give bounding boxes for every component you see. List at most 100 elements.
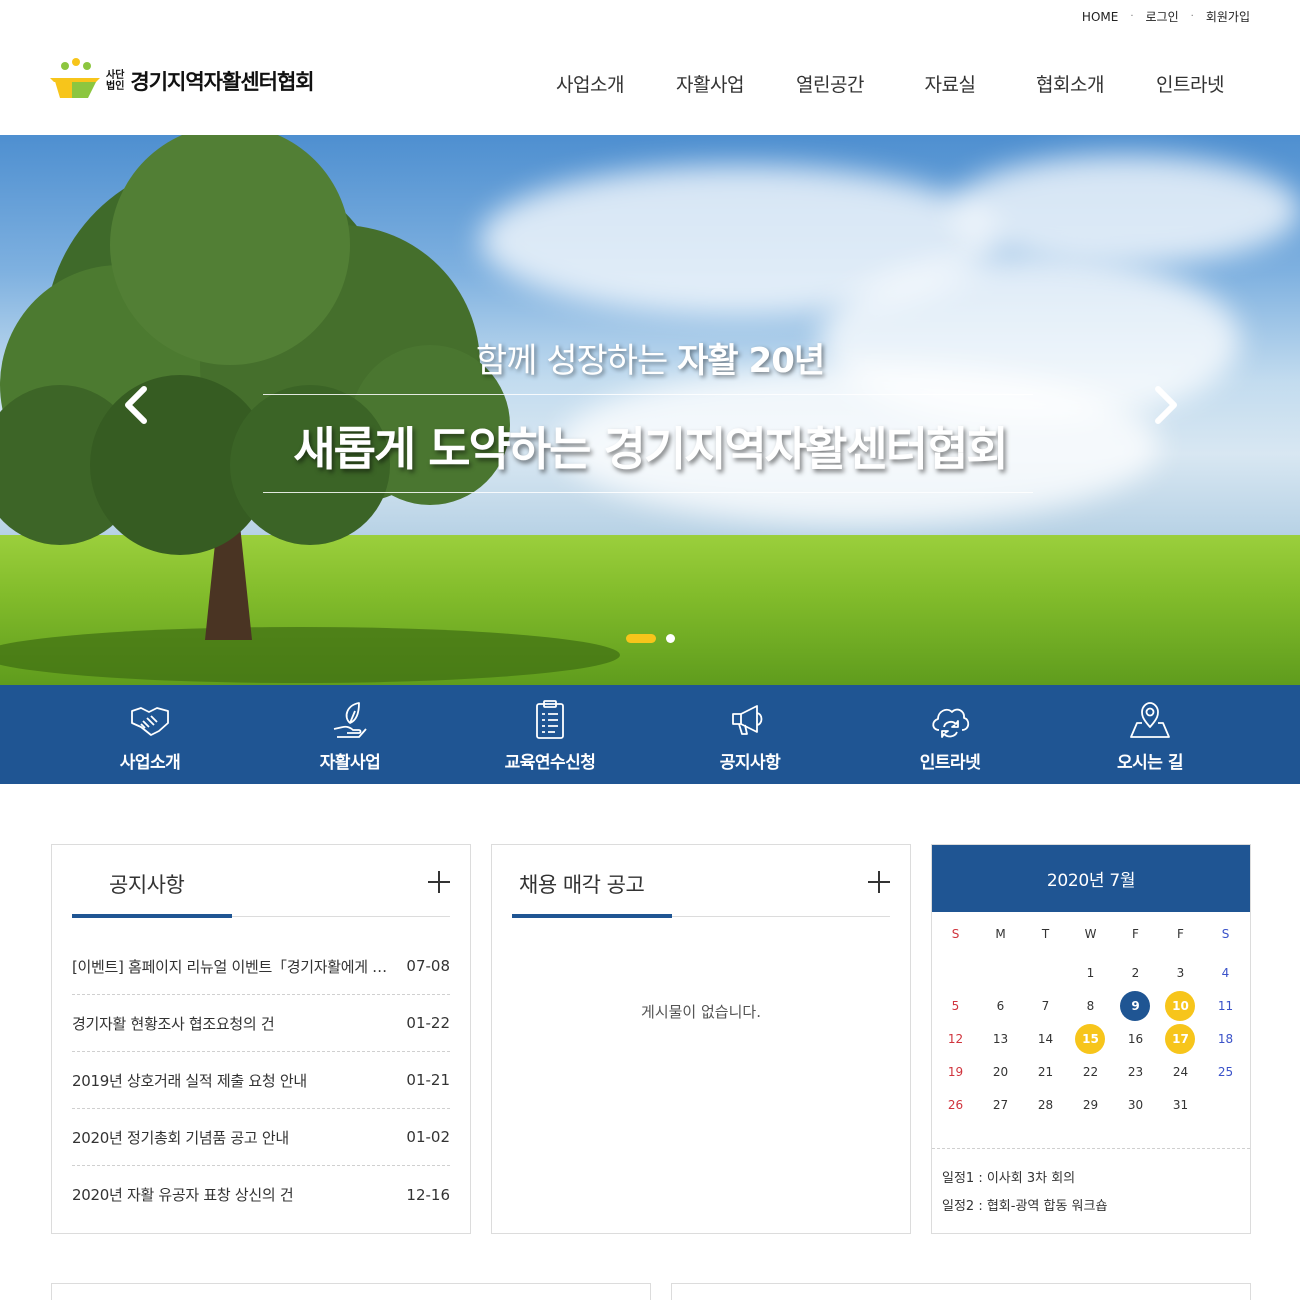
calendar-day-number: 25 xyxy=(1217,1064,1234,1079)
hero-slider: 함께 성장하는 자활 20년 새롭게 도약하는 경기지역자활센터협회 xyxy=(0,135,1300,685)
calendar-day[interactable]: 6 xyxy=(978,991,1023,1021)
notice-more-button[interactable] xyxy=(428,871,450,893)
calendar-empty-cell xyxy=(1023,958,1068,988)
calendar-weekday: F xyxy=(1177,927,1184,941)
calendar-day-number: 2 xyxy=(1131,965,1140,980)
calendar-day[interactable]: 28 xyxy=(1023,1090,1068,1120)
bottom-box-left xyxy=(51,1283,651,1300)
calendar-day[interactable]: 18 xyxy=(1203,1024,1248,1054)
megaphone-icon xyxy=(732,705,763,735)
list-item[interactable]: 2020년 정기총회 기념품 공고 안내 01-02 xyxy=(72,1109,450,1166)
calendar-day[interactable]: 12 xyxy=(933,1024,978,1054)
logo-subtitle: 사단 법인 xyxy=(106,70,125,92)
calendar-empty-cell xyxy=(1203,1090,1248,1120)
nav-item-open-space[interactable]: 열린공간 xyxy=(770,70,890,97)
calendar-day[interactable]: 31 xyxy=(1158,1090,1203,1120)
login-link[interactable]: 로그인 xyxy=(1146,8,1179,25)
notice-title-underline xyxy=(72,914,232,918)
site-logo[interactable]: 사단 법인 경기지역자활센터협회 xyxy=(50,58,315,104)
calendar-day-number: 12 xyxy=(947,1031,964,1046)
bottom-box-right xyxy=(671,1283,1251,1300)
calendar-day-number: 22 xyxy=(1082,1064,1099,1079)
hero-headline: 함께 성장하는 자활 20년 xyxy=(475,341,825,381)
slider-prev-button[interactable] xyxy=(118,385,154,425)
hero-divider xyxy=(263,394,1033,395)
calendar-day[interactable]: 19 xyxy=(933,1057,978,1087)
clipboard-icon xyxy=(536,700,564,739)
chevron-right-icon xyxy=(1155,386,1177,424)
list-item[interactable]: 2020년 자활 유공자 표창 상신의 건 12-16 xyxy=(72,1166,450,1223)
calendar-day-number: 3 xyxy=(1176,965,1185,980)
quick-item-directions[interactable]: 오시는 길 xyxy=(1050,685,1250,784)
calendar-day[interactable]: 16 xyxy=(1113,1024,1158,1054)
list-item[interactable]: 경기자활 현황조사 협조요청의 건 01-22 xyxy=(72,995,450,1052)
calendar-day[interactable]: 11 xyxy=(1203,991,1248,1021)
calendar-day[interactable]: 1 xyxy=(1068,958,1113,988)
list-item[interactable]: [이벤트] 홈페이지 리뉴얼 이벤트「경기자활에게 … 07-08 xyxy=(72,938,450,995)
calendar-day[interactable]: 5 xyxy=(933,991,978,1021)
slider-dot[interactable] xyxy=(666,634,675,643)
calendar-widget: 2020년 7월 S M T W F F S 1 2 3 4 5 6 7 8 9 10 11 12 13 14 15 16 1… xyxy=(931,844,1251,1234)
slider-dot-active[interactable] xyxy=(626,634,656,643)
calendar-day-number: 21 xyxy=(1037,1064,1054,1079)
quick-item-self-support[interactable]: 자활사업 xyxy=(250,685,450,784)
calendar-day[interactable]: 26 xyxy=(933,1090,978,1120)
calendar-day[interactable]: 9 xyxy=(1113,990,1158,1021)
calendar-day[interactable]: 22 xyxy=(1068,1057,1113,1087)
calendar-day[interactable]: 10 xyxy=(1158,990,1203,1021)
calendar-day[interactable]: 17 xyxy=(1158,1023,1203,1054)
util-separator: · xyxy=(1190,11,1194,22)
site-header: 사단 법인 경기지역자활센터협회 사업소개 자활사업 열린공간 자료실 협회소개… xyxy=(0,40,1300,135)
list-item[interactable]: 2019년 상호거래 실적 제출 요청 안내 01-21 xyxy=(72,1052,450,1109)
calendar-day[interactable]: 21 xyxy=(1023,1057,1068,1087)
calendar-day[interactable]: 27 xyxy=(978,1090,1023,1120)
quick-item-training[interactable]: 교육연수신청 xyxy=(450,685,650,784)
calendar-day-number: 30 xyxy=(1127,1097,1144,1112)
recruit-box: 채용 매각 공고 게시물이 없습니다. xyxy=(491,844,911,1234)
quick-item-business[interactable]: 사업소개 xyxy=(50,685,250,784)
calendar-day[interactable]: 23 xyxy=(1113,1057,1158,1087)
schedule-item[interactable]: 일정1 : 이사회 3차 회의 xyxy=(942,1165,1107,1193)
calendar-schedule: 일정1 : 이사회 3차 회의 일정2 : 협회-광역 합동 워크숍 xyxy=(942,1165,1107,1221)
calendar-day[interactable]: 14 xyxy=(1023,1024,1068,1054)
calendar-day[interactable]: 3 xyxy=(1158,958,1203,988)
nav-item-about[interactable]: 협회소개 xyxy=(1010,70,1130,97)
calendar-day[interactable]: 25 xyxy=(1203,1057,1248,1087)
schedule-item[interactable]: 일정2 : 협회-광역 합동 워크숍 xyxy=(942,1193,1107,1221)
slider-pagination xyxy=(626,634,675,643)
calendar-day[interactable]: 15 xyxy=(1068,1023,1113,1054)
calendar-day[interactable]: 13 xyxy=(978,1024,1023,1054)
notice-title: 공지사항 xyxy=(109,873,185,897)
quick-item-notice[interactable]: 공지사항 xyxy=(650,685,850,784)
nav-item-archive[interactable]: 자료실 xyxy=(890,70,1010,97)
calendar-day[interactable]: 8 xyxy=(1068,991,1113,1021)
calendar-day[interactable]: 24 xyxy=(1158,1057,1203,1087)
quick-item-intranet[interactable]: 인트라넷 xyxy=(850,685,1050,784)
calendar-day[interactable]: 20 xyxy=(978,1057,1023,1087)
calendar-day[interactable]: 2 xyxy=(1113,958,1158,988)
join-link[interactable]: 회원가입 xyxy=(1206,8,1250,25)
nav-item-business[interactable]: 사업소개 xyxy=(530,70,650,97)
calendar-day-number: 28 xyxy=(1037,1097,1054,1112)
quick-menu: 사업소개 자활사업 교육연수신청 공지사항 인트라넷 오시는 길 xyxy=(0,685,1300,784)
calendar-day-number: 16 xyxy=(1127,1031,1144,1046)
home-link[interactable]: HOME xyxy=(1082,10,1118,24)
logo-mark-icon xyxy=(50,58,102,104)
nav-item-self-support[interactable]: 자활사업 xyxy=(650,70,770,97)
calendar-day[interactable]: 29 xyxy=(1068,1090,1113,1120)
leaf-hand-icon xyxy=(333,702,367,738)
calendar-day-number: 9 xyxy=(1131,998,1140,1013)
calendar-weekday: F xyxy=(1132,927,1139,941)
nav-item-intranet[interactable]: 인트라넷 xyxy=(1130,70,1250,97)
calendar-day-number: 14 xyxy=(1037,1031,1054,1046)
calendar-day[interactable]: 4 xyxy=(1203,958,1248,988)
calendar-weekday: M xyxy=(995,927,1006,941)
logo-name: 경기지역자활센터협회 xyxy=(130,69,314,94)
notice-list: [이벤트] 홈페이지 리뉴얼 이벤트「경기자활에게 … 07-08 경기자활 현황… xyxy=(72,938,450,1223)
calendar-day[interactable]: 30 xyxy=(1113,1090,1158,1120)
main-nav: 사업소개 자활사업 열린공간 자료실 협회소개 인트라넷 xyxy=(530,70,1250,97)
calendar-day[interactable]: 7 xyxy=(1023,991,1068,1021)
slider-next-button[interactable] xyxy=(1148,385,1184,425)
recruit-more-button[interactable] xyxy=(868,871,890,893)
calendar-day-number: 5 xyxy=(951,998,960,1013)
